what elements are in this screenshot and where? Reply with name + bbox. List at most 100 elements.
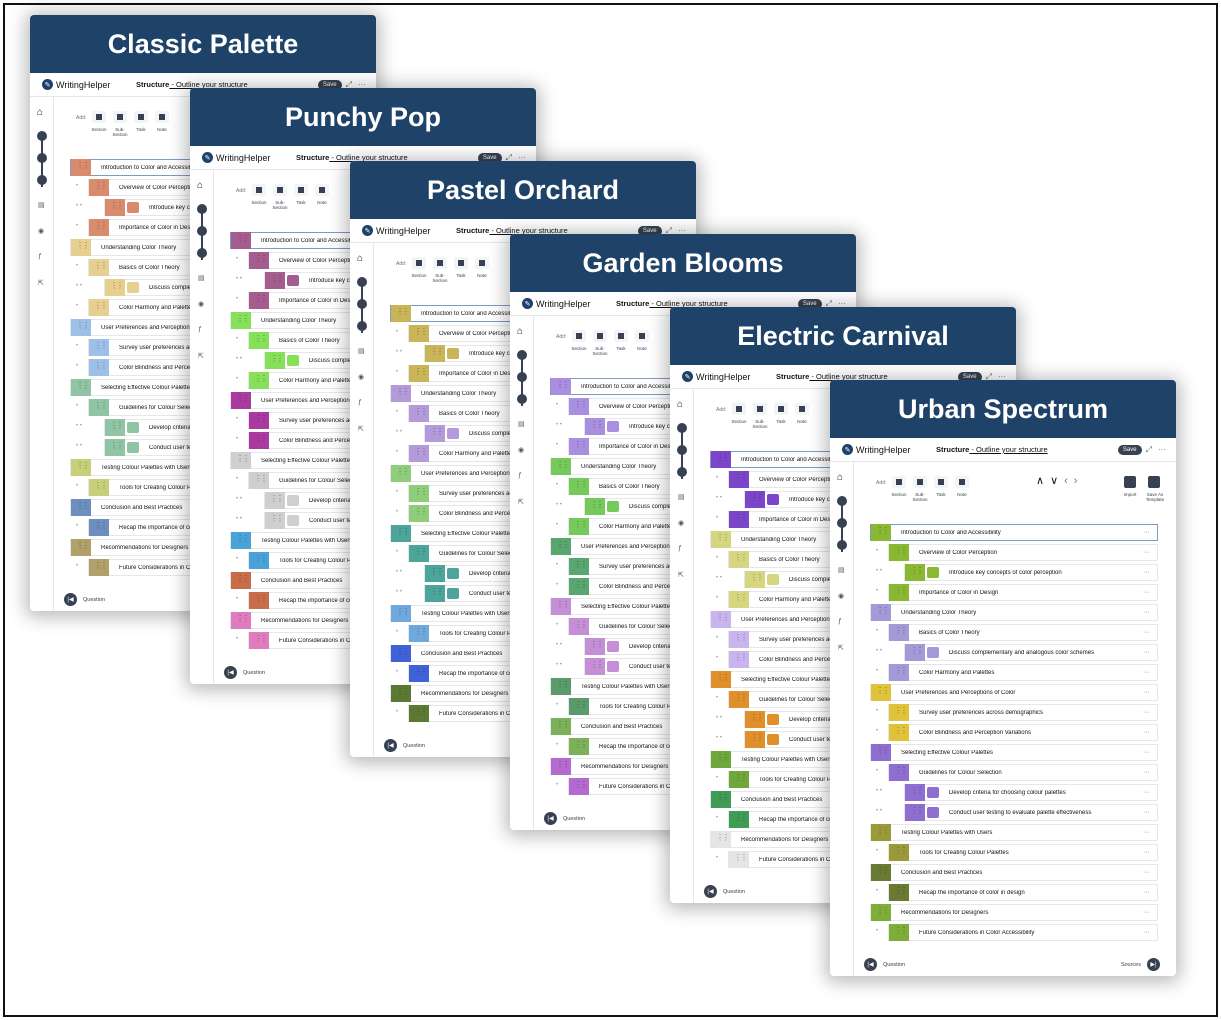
drag-handle[interactable] — [551, 458, 571, 475]
app-logo[interactable]: ✎ WritingHelper — [522, 298, 616, 309]
row-menu-icon[interactable]: ··· — [1143, 629, 1157, 636]
formula-icon[interactable]: ƒ — [38, 253, 42, 260]
chat-icon[interactable]: ◉ — [198, 300, 204, 308]
drag-handle[interactable] — [551, 538, 571, 555]
step-1-icon[interactable] — [37, 131, 47, 141]
chat-icon[interactable]: ◉ — [518, 446, 524, 454]
note-icon[interactable]: ▤ — [838, 566, 845, 574]
add-note-button[interactable] — [955, 476, 969, 488]
drag-handle[interactable] — [729, 551, 749, 568]
drag-handle[interactable] — [711, 671, 731, 688]
drag-handle[interactable] — [585, 638, 605, 655]
drag-handle[interactable] — [265, 352, 285, 369]
row-menu-icon[interactable]: ··· — [1143, 589, 1157, 596]
drag-handle[interactable] — [745, 711, 765, 728]
drag-handle[interactable] — [729, 591, 749, 608]
expand-sources-icon[interactable]: ▶| — [1147, 958, 1160, 971]
drag-handle[interactable] — [729, 771, 749, 788]
add-subsection-button[interactable] — [433, 257, 447, 269]
move-arrows[interactable]: ∧∨‹› — [1036, 474, 1083, 487]
step-2-icon[interactable] — [37, 153, 47, 163]
drag-handle[interactable] — [249, 252, 269, 269]
row-menu-icon[interactable]: ··· — [1143, 889, 1157, 896]
add-task-button[interactable] — [934, 476, 948, 488]
app-logo[interactable]: ✎ WritingHelper — [682, 371, 776, 382]
question-control[interactable]: |◀ Question — [544, 812, 585, 825]
drag-handle[interactable] — [89, 339, 109, 356]
drag-handle[interactable] — [551, 378, 571, 395]
outline-row[interactable]: Tools for Creating Colour Palettes ··· — [888, 844, 1158, 861]
row-menu-icon[interactable]: ··· — [1143, 829, 1157, 836]
drag-handle[interactable] — [745, 731, 765, 748]
row-menu-icon[interactable]: ··· — [1143, 869, 1157, 876]
drag-handle[interactable] — [231, 392, 251, 409]
step-1-icon[interactable] — [837, 496, 847, 506]
outline-row[interactable]: Discuss complementary and analogous colo… — [904, 644, 1158, 661]
drag-handle[interactable] — [551, 758, 571, 775]
save-button[interactable]: Save — [1117, 444, 1142, 455]
step-2-icon[interactable] — [517, 372, 527, 382]
note-icon[interactable]: ▤ — [198, 274, 205, 282]
add-task-button[interactable] — [614, 330, 628, 342]
drag-handle[interactable] — [871, 904, 891, 921]
drag-handle[interactable] — [409, 485, 429, 502]
outline-row[interactable]: Introduce key concepts of color percepti… — [904, 564, 1158, 581]
step-3-icon[interactable] — [37, 175, 47, 185]
chat-icon[interactable]: ◉ — [38, 227, 44, 235]
drag-handle[interactable] — [71, 239, 91, 256]
drag-handle[interactable] — [569, 478, 589, 495]
step-3-icon[interactable] — [677, 467, 687, 477]
drag-handle[interactable] — [409, 365, 429, 382]
row-menu-icon[interactable]: ··· — [1143, 789, 1157, 796]
chat-icon[interactable]: ◉ — [358, 373, 364, 381]
export-icon[interactable]: ⇱ — [678, 571, 684, 579]
sources-control[interactable]: Sources ▶| — [1121, 958, 1160, 971]
step-3-icon[interactable] — [517, 394, 527, 404]
collapse-icon[interactable]: |◀ — [64, 593, 77, 606]
drag-handle[interactable] — [249, 632, 269, 649]
formula-icon[interactable]: ƒ — [678, 545, 682, 552]
drag-handle[interactable] — [391, 305, 411, 322]
export-icon[interactable]: ⇱ — [198, 352, 204, 360]
drag-handle[interactable] — [391, 465, 411, 482]
drag-handle[interactable] — [745, 491, 765, 508]
step-2-icon[interactable] — [357, 299, 367, 309]
step-2-icon[interactable] — [677, 445, 687, 455]
drag-handle[interactable] — [105, 279, 125, 296]
outline-row[interactable]: Selecting Effective Colour Palettes ··· — [870, 744, 1158, 761]
drag-handle[interactable] — [71, 379, 91, 396]
add-task-button[interactable] — [134, 111, 148, 123]
drag-handle[interactable] — [905, 564, 925, 581]
drag-handle[interactable] — [585, 498, 605, 515]
drag-handle[interactable] — [391, 645, 411, 662]
outline-row[interactable]: Future Considerations in Color Accessibi… — [888, 924, 1158, 941]
drag-handle[interactable] — [425, 565, 445, 582]
drag-handle[interactable] — [231, 532, 251, 549]
export-icon[interactable]: ⇱ — [518, 498, 524, 506]
drag-handle[interactable] — [889, 764, 909, 781]
add-subsection-button[interactable] — [913, 476, 927, 488]
collapse-icon[interactable]: |◀ — [864, 958, 877, 971]
formula-icon[interactable]: ƒ — [838, 618, 842, 625]
app-logo[interactable]: ✎ WritingHelper — [202, 152, 296, 163]
home-icon[interactable]: ⌂ — [197, 180, 203, 191]
drag-handle[interactable] — [425, 345, 445, 362]
row-menu-icon[interactable]: ··· — [1143, 569, 1157, 576]
drag-handle[interactable] — [889, 664, 909, 681]
formula-icon[interactable]: ƒ — [518, 472, 522, 479]
add-note-button[interactable] — [635, 330, 649, 342]
drag-handle[interactable] — [711, 611, 731, 628]
outline-row[interactable]: Conclusion and Best Practices ··· — [870, 864, 1158, 881]
outline-row[interactable]: Color Blindness and Perception Variation… — [888, 724, 1158, 741]
drag-handle[interactable] — [409, 445, 429, 462]
drag-handle[interactable] — [409, 705, 429, 722]
add-task-button[interactable] — [294, 184, 308, 196]
outline-row[interactable]: Testing Colour Palettes with Users ··· — [870, 824, 1158, 841]
row-menu-icon[interactable]: ··· — [1143, 929, 1157, 936]
home-icon[interactable]: ⌂ — [517, 326, 523, 337]
question-control[interactable]: |◀ Question — [224, 666, 265, 679]
drag-handle[interactable] — [391, 385, 411, 402]
drag-handle[interactable] — [231, 612, 251, 629]
step-2-icon[interactable] — [197, 226, 207, 236]
collapse-icon[interactable]: |◀ — [704, 885, 717, 898]
